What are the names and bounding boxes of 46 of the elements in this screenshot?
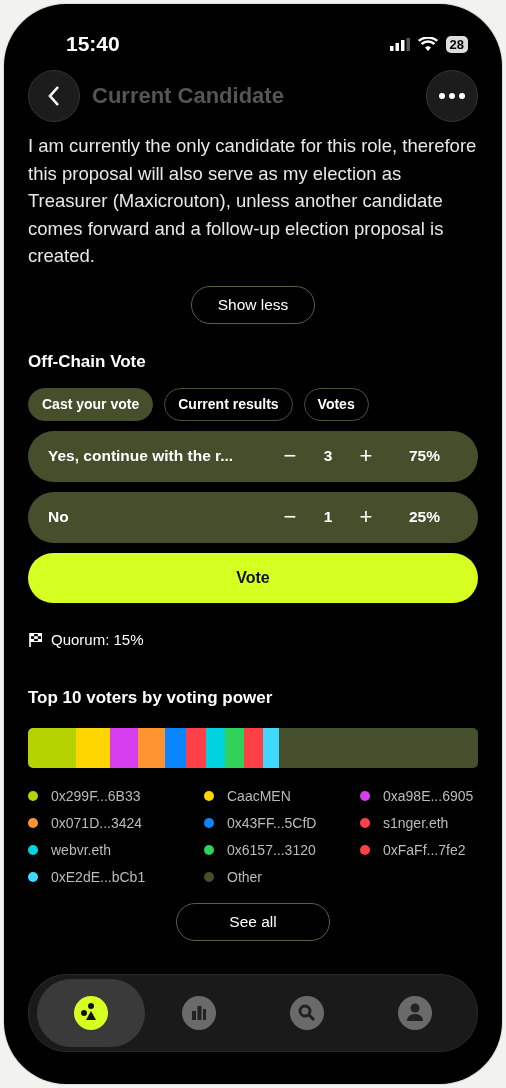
nav-tab[interactable] — [37, 979, 145, 1047]
voter-name: 0xFaFf...7fe2 — [383, 841, 466, 858]
wifi-icon — [417, 37, 438, 51]
vote-count: 3 — [322, 447, 334, 465]
voter-name: 0x071D...3424 — [51, 814, 143, 831]
bar-chart-icon — [182, 996, 216, 1030]
decrease-button[interactable]: − — [276, 504, 304, 530]
voter-name: 0xE2dE...bCb1 — [51, 868, 146, 885]
vote-tab[interactable]: Current results — [164, 387, 293, 421]
candidate-description: I am currently the only candidate for this role, therefore this proposal will also serve as my election as Treasurer (Maxicrouton), unless another candidate comes forward and a follow-up election proposal is created. — [28, 134, 478, 268]
section-title: Top 10 voters by voting power — [28, 687, 274, 708]
vote-count: 1 — [322, 508, 334, 526]
battery-level: 28 — [445, 35, 468, 53]
decrease-button[interactable]: − — [276, 443, 304, 469]
increase-button[interactable]: + — [352, 443, 380, 469]
signal-icon — [389, 37, 410, 51]
vote-tab[interactable]: Cast your vote — [28, 387, 154, 421]
back-button[interactable] — [28, 70, 80, 122]
more-icon — [439, 93, 465, 99]
vote-tab[interactable]: Votes — [303, 387, 369, 421]
section-title: Off-Chain Vote — [28, 351, 147, 372]
vote-percent: 75% — [407, 447, 441, 465]
voter-name: 0x43FF...5CfD — [227, 814, 317, 831]
voter-name: s1nger.eth — [383, 814, 449, 831]
voter-name: 0xa98E...6905 — [383, 787, 474, 804]
voter-name: CaacMEN — [227, 787, 291, 804]
vote-button[interactable]: Vote — [28, 552, 478, 603]
increase-button[interactable]: + — [352, 504, 380, 530]
see-all-button[interactable]: See all — [176, 902, 330, 941]
voter-name: 0x299F...6B33 — [51, 787, 141, 804]
voter-name: 0x6157...3120 — [227, 841, 316, 858]
vote-percent: 25% — [407, 508, 441, 526]
checkered-flag-icon — [28, 631, 43, 647]
quorum-text: Quorum: 15% — [51, 630, 144, 648]
option-label: Yes, continue with the r... — [48, 447, 235, 465]
show-less-button[interactable]: Show less — [190, 285, 316, 324]
voter-name: webvr.eth — [51, 841, 111, 858]
more-button[interactable] — [426, 70, 478, 122]
page-title: Current Candidate — [92, 83, 285, 109]
voter-name: Other — [227, 868, 262, 885]
search-icon — [290, 996, 324, 1030]
status-time: 15:40 — [66, 32, 120, 56]
back-icon — [47, 85, 61, 107]
option-label: No — [48, 508, 70, 526]
logo-icon — [74, 996, 108, 1030]
profile-icon — [398, 996, 432, 1030]
